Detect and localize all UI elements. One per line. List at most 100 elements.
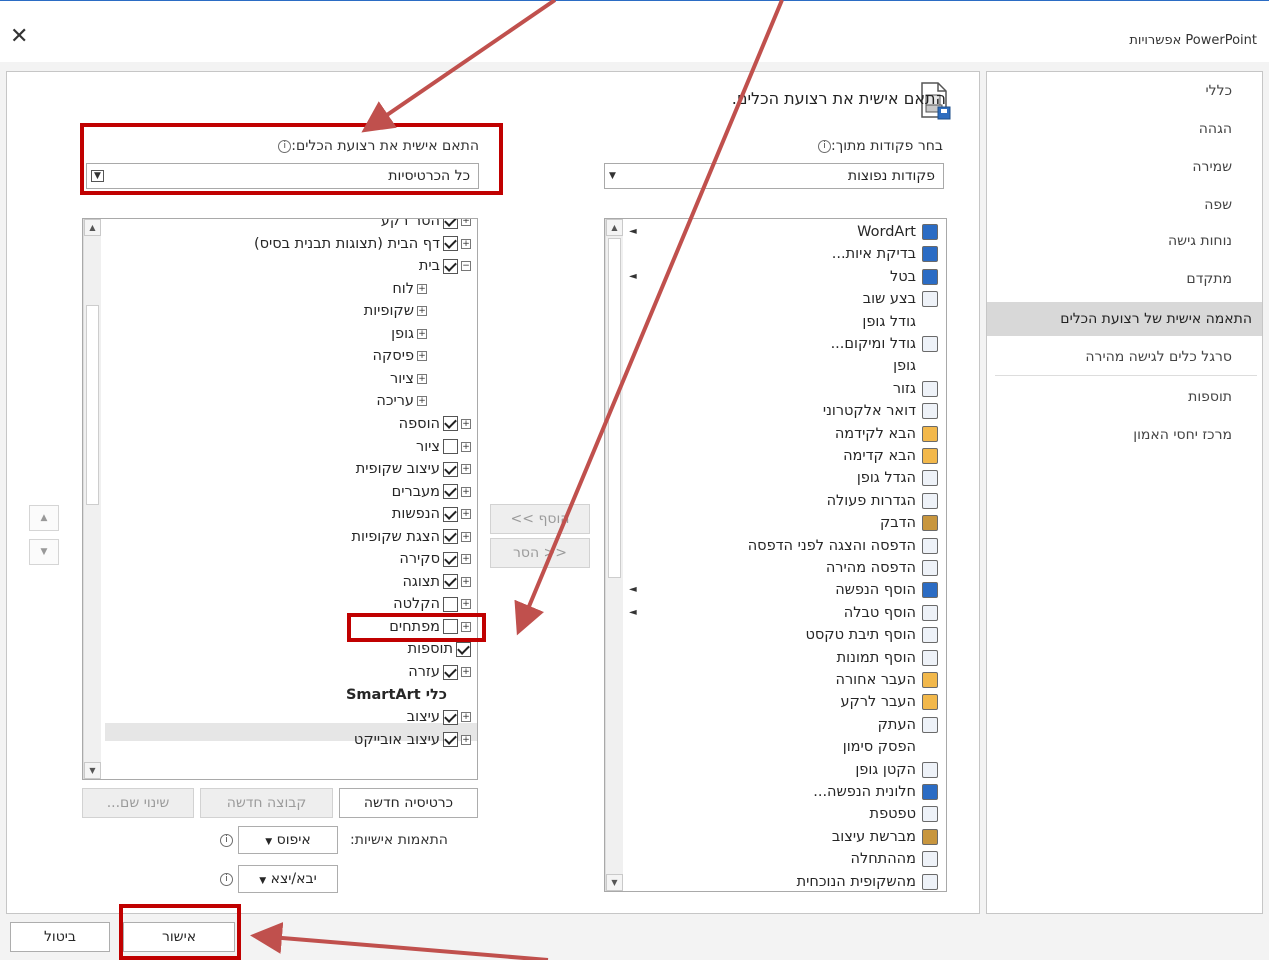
- command-item[interactable]: בצע שוב: [863, 288, 916, 310]
- command-item[interactable]: מהשקופית הנוכחית: [797, 871, 916, 891]
- command-item[interactable]: הוסף טבלה: [844, 602, 916, 624]
- nav-item[interactable]: כללי: [987, 74, 1262, 108]
- expand-icon[interactable]: +: [417, 306, 427, 317]
- expand-icon[interactable]: +: [461, 486, 471, 497]
- remove-button[interactable]: << הסר: [490, 538, 590, 568]
- tree-node[interactable]: − בית: [419, 255, 471, 277]
- tree-node[interactable]: + עיצוב שקופית: [356, 458, 471, 480]
- command-item[interactable]: הדפסה והצגה לפני הדפסה: [748, 535, 916, 557]
- expand-icon[interactable]: +: [417, 328, 427, 339]
- command-item[interactable]: הגדל גופן: [857, 467, 916, 489]
- tree-node[interactable]: +שקופיות: [364, 300, 427, 322]
- command-item[interactable]: גודל גופן: [862, 311, 916, 333]
- command-item[interactable]: הבא לקידמה: [835, 423, 916, 445]
- expand-icon[interactable]: +: [461, 734, 471, 745]
- scroll-thumb[interactable]: [608, 238, 621, 578]
- command-item[interactable]: גזור: [893, 378, 916, 400]
- command-item[interactable]: הוסף תיבת טקסט: [805, 624, 916, 646]
- tree-node[interactable]: + דף הבית (תצוגות תבנית בסיס): [254, 233, 471, 255]
- command-item[interactable]: העתק: [878, 714, 916, 736]
- checkbox[interactable]: [443, 709, 458, 725]
- nav-item[interactable]: שמירה: [987, 150, 1262, 184]
- choose-commands-dropdown[interactable]: פקודות נפוצות ▼: [604, 163, 944, 189]
- reset-dropdown[interactable]: איפוס ▼: [238, 826, 338, 854]
- checkbox[interactable]: [443, 219, 458, 229]
- command-item[interactable]: הדבק: [880, 512, 916, 534]
- checkbox[interactable]: [443, 596, 458, 612]
- rename-button[interactable]: שינוי שם...: [82, 788, 194, 818]
- close-icon[interactable]: ✕: [10, 24, 28, 49]
- expand-icon[interactable]: +: [461, 599, 471, 610]
- command-item[interactable]: גופן: [893, 355, 916, 377]
- expand-icon[interactable]: +: [461, 576, 471, 587]
- add-button[interactable]: הוסף >>: [490, 504, 590, 534]
- command-item[interactable]: העבר אחורה: [835, 669, 916, 691]
- commands-scrollbar[interactable]: ▲ ▼: [605, 219, 623, 891]
- tree-group-header[interactable]: כלי SmartArt: [346, 684, 447, 706]
- tree-node[interactable]: + הנפשות: [392, 503, 471, 525]
- command-item[interactable]: דואר אלקטרוני: [823, 400, 916, 422]
- command-item[interactable]: העבר לרקע: [840, 691, 916, 713]
- checkbox[interactable]: [443, 506, 458, 522]
- expand-icon[interactable]: +: [417, 396, 427, 407]
- tree-node[interactable]: + ציור: [416, 436, 471, 458]
- checkbox[interactable]: [443, 461, 458, 477]
- nav-item[interactable]: נוחות גישה: [987, 224, 1262, 258]
- tree-node[interactable]: +גופן: [391, 323, 427, 345]
- checkbox[interactable]: [443, 416, 458, 432]
- scroll-thumb[interactable]: [86, 305, 99, 505]
- command-item[interactable]: WordArt: [857, 221, 916, 243]
- cancel-button[interactable]: ביטול: [10, 922, 110, 952]
- tree-node[interactable]: + עזרה: [408, 661, 471, 683]
- nav-item[interactable]: סרגל כלים לגישה מהירה: [987, 340, 1262, 374]
- checkbox[interactable]: [443, 529, 458, 545]
- tree-node[interactable]: + מעברים: [392, 481, 471, 503]
- command-item[interactable]: הוסף תמונות: [837, 647, 916, 669]
- command-item[interactable]: בדיקת איות...: [832, 243, 916, 265]
- expand-icon[interactable]: +: [461, 238, 471, 249]
- command-item[interactable]: הקטן גופן: [855, 759, 916, 781]
- tree-node[interactable]: + הוספה: [399, 413, 471, 435]
- ribbon-tabs-tree[interactable]: ▲ ▼ + הסר רקע + דף הבית (תצוגות תבנית בסיס)…: [82, 218, 478, 780]
- nav-item[interactable]: התאמה אישית של רצועת הכלים: [987, 302, 1262, 336]
- command-item[interactable]: הדפסה מהירה: [826, 557, 916, 579]
- tree-node[interactable]: + תצוגה: [402, 571, 471, 593]
- tree-node[interactable]: + הצגת שקופיות: [352, 526, 471, 548]
- command-item[interactable]: חלונית הנפשה...: [813, 781, 916, 803]
- checkbox[interactable]: [443, 574, 458, 590]
- command-item[interactable]: הגדרות פעולה: [827, 490, 916, 512]
- expand-icon[interactable]: +: [461, 554, 471, 565]
- command-item[interactable]: הוסף הנפשה: [835, 579, 916, 601]
- expand-icon[interactable]: +: [461, 464, 471, 475]
- expand-icon[interactable]: +: [417, 373, 427, 384]
- tree-node[interactable]: + סקירה: [399, 548, 471, 570]
- expand-icon[interactable]: +: [461, 531, 471, 542]
- new-group-button[interactable]: קבוצה חדשה: [200, 788, 333, 818]
- checkbox[interactable]: [443, 484, 458, 500]
- expand-icon[interactable]: +: [461, 667, 471, 677]
- tree-scrollbar[interactable]: ▲ ▼: [83, 219, 101, 779]
- nav-item[interactable]: מתקדם: [987, 262, 1262, 296]
- scroll-down-icon[interactable]: ▼: [606, 874, 623, 891]
- checkbox[interactable]: [443, 258, 458, 274]
- command-item[interactable]: מההתחלה: [850, 848, 916, 870]
- expand-icon[interactable]: +: [417, 283, 427, 294]
- command-item[interactable]: הפסק סימון: [843, 736, 916, 758]
- checkbox[interactable]: [443, 664, 458, 680]
- collapse-icon[interactable]: −: [461, 261, 471, 272]
- commands-list[interactable]: ▲ ▼ WordArt ◄ בדיקת איות... בטל ◄ בצע שוב גודל…: [604, 218, 947, 892]
- nav-item[interactable]: מרכז יחסי האמון: [987, 418, 1262, 452]
- nav-item[interactable]: שפה: [987, 188, 1262, 222]
- expand-icon[interactable]: +: [461, 441, 471, 452]
- import-export-dropdown[interactable]: יבא/יצא ▼: [238, 865, 338, 893]
- scroll-up-icon[interactable]: ▲: [606, 219, 623, 236]
- checkbox[interactable]: [456, 641, 471, 657]
- tree-node[interactable]: + עיצוב אובייקט: [354, 729, 471, 751]
- expand-icon[interactable]: +: [461, 219, 471, 226]
- scroll-down-icon[interactable]: ▼: [84, 762, 101, 779]
- checkbox[interactable]: [443, 732, 458, 748]
- command-item[interactable]: גודל ומיקום...: [831, 333, 916, 355]
- nav-item[interactable]: הגהה: [987, 112, 1262, 146]
- scroll-up-icon[interactable]: ▲: [84, 219, 101, 236]
- command-item[interactable]: מברשת עיצוב: [832, 826, 916, 848]
